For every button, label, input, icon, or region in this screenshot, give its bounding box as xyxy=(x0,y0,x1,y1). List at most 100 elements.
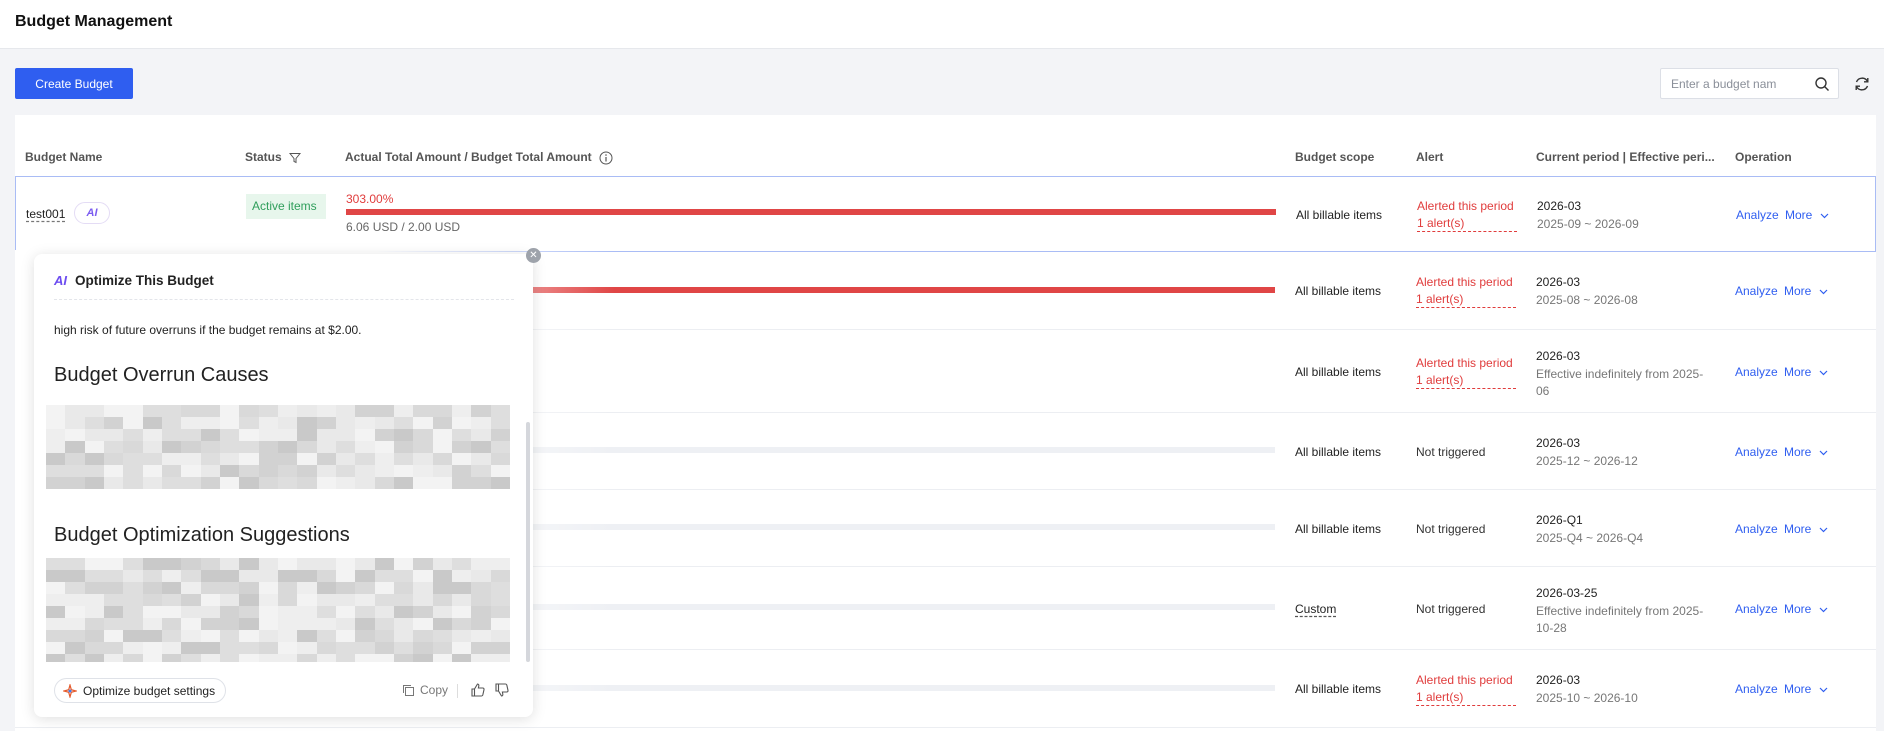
current-period: 2026-03 xyxy=(1536,673,1581,687)
redacted-pixel xyxy=(413,429,433,441)
more-label: More xyxy=(1784,284,1812,298)
current-period: 2026-03 xyxy=(1536,275,1581,289)
more-dropdown[interactable]: More xyxy=(1784,522,1828,536)
usage-progress-fill xyxy=(346,209,1276,215)
redacted-pixel xyxy=(278,558,298,570)
redacted-pixel xyxy=(452,441,472,453)
redacted-pixel xyxy=(142,618,162,630)
more-dropdown[interactable]: More xyxy=(1785,208,1829,222)
redacted-pixel xyxy=(490,654,510,662)
more-dropdown[interactable]: More xyxy=(1784,284,1828,298)
column-header-name: Budget Name xyxy=(25,150,103,164)
redacted-pixel xyxy=(297,570,317,582)
redacted-pixel xyxy=(162,570,182,582)
copy-label: Copy xyxy=(420,683,449,697)
current-period: 2026-03 xyxy=(1536,436,1581,450)
redacted-pixel xyxy=(336,654,356,662)
ai-optimize-badge[interactable]: AI xyxy=(74,202,110,224)
more-dropdown[interactable]: More xyxy=(1784,445,1828,459)
redacted-pixel xyxy=(142,582,162,594)
redacted-pixel xyxy=(162,594,182,606)
more-dropdown[interactable]: More xyxy=(1784,365,1828,379)
column-header-amount-label: Actual Total Amount / Budget Total Amoun… xyxy=(345,150,592,164)
redacted-pixel xyxy=(355,417,375,429)
redacted-pixel xyxy=(471,642,491,654)
analyze-link[interactable]: Analyze xyxy=(1735,602,1778,616)
more-label: More xyxy=(1785,208,1813,222)
refresh-icon[interactable] xyxy=(1853,75,1871,93)
redacted-pixel xyxy=(65,429,85,441)
budget-scope: All billable items xyxy=(1295,522,1382,536)
redacted-pixel xyxy=(394,570,414,582)
budget-name-link[interactable]: test001 xyxy=(26,207,65,221)
redacted-pixel xyxy=(432,441,452,453)
redacted-pixel xyxy=(394,405,414,417)
budget-scope: All billable items xyxy=(1295,445,1382,459)
blurred-content xyxy=(46,558,510,662)
redacted-pixel xyxy=(239,465,259,477)
redacted-pixel xyxy=(65,594,85,606)
redacted-pixel xyxy=(452,453,472,465)
redacted-pixel xyxy=(297,642,317,654)
redacted-pixel xyxy=(278,570,298,582)
more-dropdown[interactable]: More xyxy=(1784,602,1828,616)
close-panel-icon[interactable]: ✕ xyxy=(526,248,541,263)
filter-icon[interactable] xyxy=(289,152,302,164)
alert-count-link[interactable]: 1 alert(s) xyxy=(1416,292,1516,308)
chevron-down-icon xyxy=(1819,607,1828,613)
redacted-pixel xyxy=(239,441,259,453)
alert-count-link[interactable]: 1 alert(s) xyxy=(1416,690,1516,706)
thumbs-up-icon[interactable] xyxy=(470,682,486,698)
redacted-pixel xyxy=(490,594,510,606)
analyze-link[interactable]: Analyze xyxy=(1736,208,1779,222)
redacted-pixel xyxy=(84,618,104,630)
redacted-pixel xyxy=(239,558,259,570)
panel-scrollbar[interactable] xyxy=(526,422,530,662)
page-header: Budget Management xyxy=(0,0,1884,49)
redacted-pixel xyxy=(490,465,510,477)
redacted-pixel xyxy=(278,441,298,453)
info-icon[interactable] xyxy=(599,151,613,165)
redacted-pixel xyxy=(84,570,104,582)
redacted-pixel xyxy=(181,606,201,618)
current-period: 2026-03 xyxy=(1537,199,1582,213)
redacted-pixel xyxy=(316,441,336,453)
redacted-pixel xyxy=(471,570,491,582)
more-dropdown[interactable]: More xyxy=(1784,682,1828,696)
redacted-pixel xyxy=(413,441,433,453)
search-input[interactable] xyxy=(1661,76,1801,91)
analyze-link[interactable]: Analyze xyxy=(1735,365,1778,379)
budget-scope-custom-link[interactable]: Custom xyxy=(1295,602,1336,616)
alert-count-link[interactable]: 1 alert(s) xyxy=(1417,216,1517,232)
redacted-pixel xyxy=(162,558,182,570)
redacted-pixel xyxy=(200,453,220,465)
more-label: More xyxy=(1784,682,1812,696)
redacted-pixel xyxy=(316,477,336,489)
redacted-pixel xyxy=(65,453,85,465)
redacted-pixel xyxy=(278,654,298,662)
table-row[interactable]: test001 AI Active items 303.00% 6.06 USD… xyxy=(15,176,1876,252)
redacted-pixel xyxy=(200,477,220,489)
redacted-pixel xyxy=(432,465,452,477)
search-icon[interactable] xyxy=(1814,76,1830,92)
optimize-budget-settings-button[interactable]: Optimize budget settings xyxy=(54,678,227,703)
redacted-pixel xyxy=(142,630,162,642)
redacted-pixel xyxy=(142,417,162,429)
redacted-pixel xyxy=(181,630,201,642)
create-budget-button[interactable]: Create Budget xyxy=(15,68,133,99)
redacted-pixel xyxy=(490,642,510,654)
more-label: More xyxy=(1784,602,1812,616)
column-header-status[interactable]: Status xyxy=(245,150,302,164)
redacted-pixel xyxy=(394,417,414,429)
copy-button[interactable]: Copy xyxy=(402,683,448,697)
redacted-pixel xyxy=(471,618,491,630)
analyze-link[interactable]: Analyze xyxy=(1735,445,1778,459)
thumbs-down-icon[interactable] xyxy=(494,682,510,698)
analyze-link[interactable]: Analyze xyxy=(1735,522,1778,536)
alert-count-link[interactable]: 1 alert(s) xyxy=(1416,373,1516,389)
analyze-link[interactable]: Analyze xyxy=(1735,682,1778,696)
analyze-link[interactable]: Analyze xyxy=(1735,284,1778,298)
column-header-scope: Budget scope xyxy=(1295,150,1375,164)
redacted-pixel xyxy=(355,570,375,582)
redacted-pixel xyxy=(394,654,414,662)
